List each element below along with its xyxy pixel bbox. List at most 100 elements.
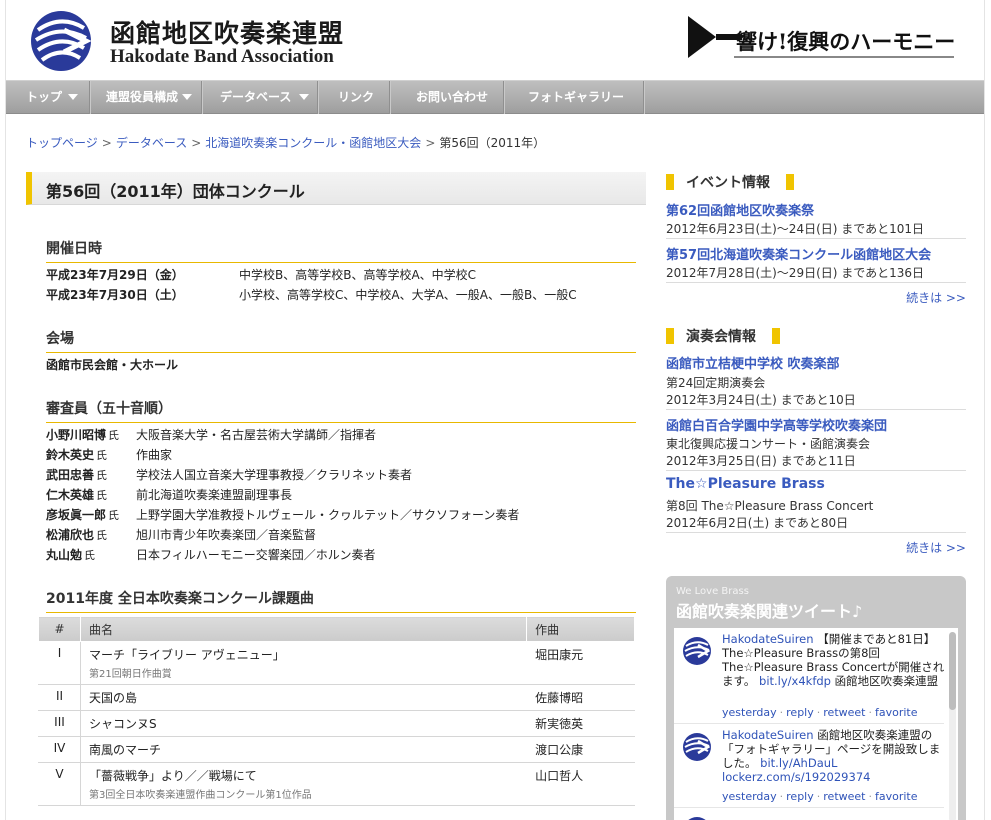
twitter-widget-title: 函館吹奏楽関連ツイート♪ — [676, 602, 863, 621]
tweet-item: HakodateSuiren 【開催まであと81日】The☆Pleasure B… — [674, 628, 944, 724]
separator-dot: · — [868, 706, 872, 719]
nav-item-photo-gallery[interactable]: フォトギャラリー — [504, 81, 644, 114]
tweet-retweet[interactable]: retweet — [823, 706, 865, 719]
tweet-link[interactable]: bit.ly/x4kfdp — [759, 674, 831, 688]
page: 函館地区吹奏楽連盟 Hakodate Band Association 響け!復… — [5, 0, 985, 820]
heading-marker — [666, 174, 674, 190]
separator-dot: · — [816, 790, 821, 803]
nav-item-label: トップ — [26, 90, 63, 104]
concert-sub: 第8回 The☆Pleasure Brass Concert — [666, 499, 874, 513]
recovery-harmony-banner[interactable]: 響け!復興のハーモニー — [686, 12, 956, 70]
event-link[interactable]: 第62回函館地区吹奏楽祭 — [666, 200, 814, 219]
column-header-title: 曲名 — [79, 616, 528, 642]
heading-marker — [786, 174, 794, 190]
tweet-time[interactable]: yesterday — [722, 706, 777, 719]
judge-desc: 学校法人国立音楽大学理事教授／クラリネット奏者 — [136, 468, 413, 482]
tweet-username[interactable]: HakodateSuiren — [722, 632, 814, 646]
piece-title: 「薔薇戦争」より／／戦場にて — [88, 769, 257, 783]
banner-text: 響け!復興のハーモニー — [736, 29, 956, 54]
table-row: III シャコンヌS 新実徳英 — [38, 710, 635, 737]
nav-item-top[interactable]: トップ — [6, 81, 90, 114]
site-title-ja[interactable]: 函館地区吹奏楽連盟 — [110, 14, 344, 50]
pieces-heading: 2011年度 全日本吹奏楽コンクール課題曲 — [46, 588, 636, 613]
tweet-favorite[interactable]: favorite — [875, 706, 918, 719]
global-nav: トップ 連盟役員構成 データベース リンク お問い合わせ フォトギャラリー — [6, 80, 984, 114]
tweet-tail: 函館地区吹奏楽連盟 — [834, 674, 939, 688]
judges-heading: 審査員（五十音順） — [46, 398, 636, 423]
tweet-text: HakodateSuiren 函館地区吹奏楽連盟の「フォトギャラリー」ページを開… — [722, 728, 947, 784]
venue-heading: 会場 — [46, 328, 636, 353]
nav-item-label: リンク — [338, 90, 375, 104]
breadcrumb-link-contest[interactable]: 北海道吹奏楽コンクール・函館地区大会 — [205, 136, 421, 150]
scrollbar-thumb[interactable] — [949, 632, 956, 710]
piece-composer: 渡口公康 — [526, 736, 635, 763]
judge-row: 丸山勉氏 日本フィルハーモニー交響楽団／ホルン奏者 — [46, 546, 636, 566]
tweet-list[interactable]: HakodateSuiren 【開催まであと81日】The☆Pleasure B… — [674, 628, 958, 820]
tweet-actions: yesterday · reply · retweet · favorite — [722, 790, 918, 803]
tweet-reply[interactable]: reply — [786, 790, 814, 803]
schedule-date: 平成23年7月29日（金） — [46, 268, 184, 282]
piece-num: I — [38, 641, 81, 685]
avatar[interactable] — [682, 816, 712, 820]
event-link[interactable]: 第57回北海道吹奏楽コンクール函館地区大会 — [666, 244, 931, 263]
judge-name: 鈴木英史 — [46, 448, 95, 462]
association-logo-icon[interactable] — [28, 10, 94, 72]
piece-composer: 新実徳英 — [526, 710, 635, 737]
heading-marker — [772, 328, 780, 344]
tweet-time[interactable]: yesterday — [722, 790, 777, 803]
concert-link[interactable]: 函館白百合学園中学高等学校吹奏楽団 — [666, 415, 887, 434]
concert-sub: 東北復興応援コンサート・函館演奏会 — [666, 437, 871, 451]
judge-name: 丸山勉 — [46, 548, 83, 562]
twitter-widget: We Love Brass 函館吹奏楽関連ツイート♪ HakodateSuire… — [666, 576, 966, 820]
tweet-reply[interactable]: reply — [786, 706, 814, 719]
concert-date: 2012年3月24日(土) まであと10日 — [666, 393, 856, 407]
breadcrumb: トップページ > データベース > 北海道吹奏楽コンクール・函館地区大会 > 第56回（20… — [26, 134, 545, 151]
divider — [666, 282, 966, 283]
piece-composer: 山口哲人 — [526, 762, 635, 806]
piece-title-cell: 「薔薇戦争」より／／戦場にて第3回全日本吹奏楽連盟作曲コンクール第1位作品 — [79, 762, 528, 806]
concert-link[interactable]: 函館市立桔梗中学校 吹奏楽部 — [666, 353, 840, 372]
avatar[interactable] — [682, 636, 712, 666]
concerts-more-link[interactable]: 続きは >> — [906, 539, 966, 556]
separator-dot: · — [779, 706, 784, 719]
divider — [666, 409, 966, 410]
nav-item-contact[interactable]: お問い合わせ — [390, 81, 504, 114]
column-header-num: # — [38, 616, 81, 642]
twitter-widget-kicker: We Love Brass — [676, 586, 749, 597]
events-more-link[interactable]: 続きは >> — [906, 289, 966, 306]
tweet-actions: yesterday · reply · retweet · favorite — [722, 706, 918, 719]
breadcrumb-link-top[interactable]: トップページ — [26, 136, 98, 150]
separator-dot: · — [816, 706, 821, 719]
page-heading: 第56回（2011年）団体コンクール — [26, 172, 646, 205]
tweet-item-partial — [674, 808, 944, 820]
judge-row: 松浦欣也氏 旭川市青少年吹奏楽団／音楽監督 — [46, 526, 636, 546]
piece-num: III — [38, 710, 81, 737]
judge-desc: 日本フィルハーモニー交響楽団／ホルン奏者 — [136, 548, 376, 562]
event-date: 2012年7月28日(土)〜29日(日) まであと136日 — [666, 266, 925, 280]
concert-link[interactable]: The☆Pleasure Brass — [666, 476, 825, 492]
judge-name-wrap: 小野川昭博氏 — [46, 426, 119, 443]
events-heading-text: イベント情報 — [686, 175, 770, 191]
nav-item-database[interactable]: データベース — [202, 81, 318, 114]
breadcrumb-link-database[interactable]: データベース — [116, 136, 187, 150]
tweet-username[interactable]: HakodateSuiren — [722, 728, 814, 742]
tweet-favorite[interactable]: favorite — [875, 790, 918, 803]
piece-note: 第3回全日本吹奏楽連盟作曲コンクール第1位作品 — [88, 790, 312, 801]
tweet-retweet[interactable]: retweet — [823, 790, 865, 803]
breadcrumb-separator: > — [425, 136, 436, 150]
avatar[interactable] — [682, 732, 712, 762]
nav-item-links[interactable]: リンク — [318, 81, 390, 114]
piece-note: 第21回朝日作曲賞 — [88, 669, 172, 680]
set-pieces-table: # 曲名 作曲 I マーチ「ライブリー アヴェニュー」 第21回朝日作曲賞 堀田康… — [38, 616, 635, 806]
concerts-heading-text: 演奏会情報 — [686, 329, 756, 345]
column-header-composer: 作曲 — [526, 616, 635, 642]
table-row: II 天国の島 佐藤博昭 — [38, 684, 635, 711]
judge-desc: 大阪音楽大学・名古屋芸術大学講師／指揮者 — [136, 428, 377, 442]
judge-honorific: 氏 — [108, 509, 120, 522]
site-title-en[interactable]: Hakodate Band Association — [110, 46, 334, 68]
judge-desc: 旭川市青少年吹奏楽団／音楽監督 — [136, 528, 317, 542]
heading-marker — [666, 328, 674, 344]
nav-item-officers[interactable]: 連盟役員構成 — [90, 81, 202, 114]
separator-dot: · — [779, 790, 784, 803]
judge-honorific: 氏 — [84, 549, 96, 562]
